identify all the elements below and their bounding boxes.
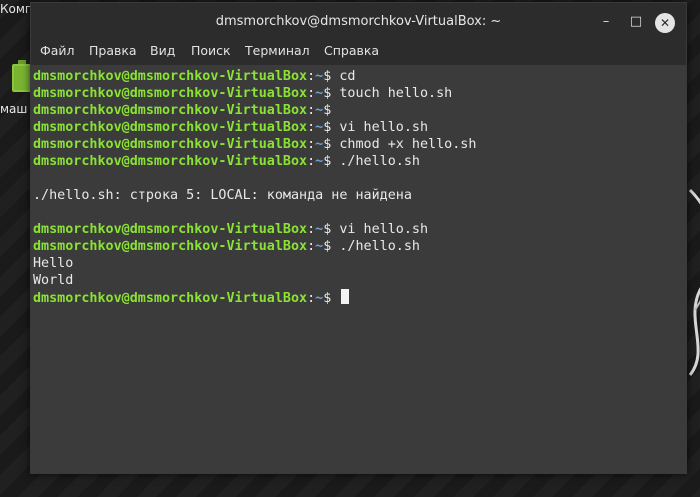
window-title: dmsmorchkov@dmsmorchkov-VirtualBox: ~ xyxy=(215,14,502,29)
terminal-command: chmod +x hello.sh xyxy=(331,137,477,152)
terminal-window: dmsmorchkov@dmsmorchkov-VirtualBox: ~ – … xyxy=(30,2,687,474)
terminal-output-line: ./hello.sh: строка 5: LOCAL: команда не … xyxy=(33,188,412,203)
terminal-prompt-line: dmsmorchkov@dmsmorchkov-VirtualBox:~$ xyxy=(33,289,350,306)
battery-icon[interactable] xyxy=(12,60,32,92)
terminal-output-area[interactable]: dmsmorchkov@dmsmorchkov-VirtualBox:~$ cd… xyxy=(31,65,686,473)
prompt-colon: : xyxy=(307,239,316,254)
menu-bar: Файл Правка Вид Поиск Терминал Справка xyxy=(31,39,686,65)
prompt-colon: : xyxy=(307,69,316,84)
terminal-prompt-line: dmsmorchkov@dmsmorchkov-VirtualBox:~$ ./… xyxy=(33,238,420,255)
menu-search[interactable]: Поиск xyxy=(191,39,231,65)
prompt-colon: : xyxy=(307,291,316,306)
prompt-user-host: dmsmorchkov@dmsmorchkov-VirtualBox xyxy=(33,69,308,84)
terminal-prompt-line: dmsmorchkov@dmsmorchkov-VirtualBox:~$ cd xyxy=(33,68,355,85)
terminal-prompt-line: dmsmorchkov@dmsmorchkov-VirtualBox:~$ ./… xyxy=(33,153,420,170)
terminal-command xyxy=(331,291,339,306)
terminal-scrollbar[interactable] xyxy=(679,65,686,473)
prompt-user-host: dmsmorchkov@dmsmorchkov-VirtualBox xyxy=(33,154,308,169)
prompt-symbol: $ xyxy=(323,103,332,118)
terminal-prompt-line: dmsmorchkov@dmsmorchkov-VirtualBox:~$ xyxy=(33,102,331,119)
terminal-output-line: Hello xyxy=(33,256,74,271)
terminal-command: cd xyxy=(331,69,356,84)
minimize-button[interactable]: – xyxy=(597,13,615,31)
terminal-prompt-line: dmsmorchkov@dmsmorchkov-VirtualBox:~$ to… xyxy=(33,85,452,102)
desktop-icon-label-computer[interactable]: Комп xyxy=(0,2,33,16)
prompt-user-host: dmsmorchkov@dmsmorchkov-VirtualBox xyxy=(33,120,308,135)
terminal-command: ./hello.sh xyxy=(331,154,420,169)
prompt-user-host: dmsmorchkov@dmsmorchkov-VirtualBox xyxy=(33,222,308,237)
terminal-command: ./hello.sh xyxy=(331,239,420,254)
window-titlebar[interactable]: dmsmorchkov@dmsmorchkov-VirtualBox: ~ – … xyxy=(31,3,686,39)
prompt-colon: : xyxy=(307,222,316,237)
menu-view[interactable]: Вид xyxy=(150,39,175,65)
prompt-user-host: dmsmorchkov@dmsmorchkov-VirtualBox xyxy=(33,137,308,152)
prompt-user-host: dmsmorchkov@dmsmorchkov-VirtualBox xyxy=(33,103,308,118)
prompt-user-host: dmsmorchkov@dmsmorchkov-VirtualBox xyxy=(33,239,308,254)
terminal-command: vi hello.sh xyxy=(331,120,429,135)
menu-edit[interactable]: Правка xyxy=(89,39,137,65)
desktop-icon-label[interactable]: маш xyxy=(0,102,27,116)
prompt-colon: : xyxy=(307,120,316,135)
terminal-cursor xyxy=(341,289,350,304)
menu-terminal[interactable]: Терминал xyxy=(245,39,310,65)
maximize-button[interactable]: □ xyxy=(627,13,645,31)
prompt-user-host: dmsmorchkov@dmsmorchkov-VirtualBox xyxy=(33,86,308,101)
terminal-prompt-line: dmsmorchkov@dmsmorchkov-VirtualBox:~$ vi… xyxy=(33,221,428,238)
terminal-command: vi hello.sh xyxy=(331,222,429,237)
prompt-user-host: dmsmorchkov@dmsmorchkov-VirtualBox xyxy=(33,291,308,306)
prompt-colon: : xyxy=(307,86,316,101)
terminal-prompt-line: dmsmorchkov@dmsmorchkov-VirtualBox:~$ vi… xyxy=(33,119,428,136)
terminal-output-line: World xyxy=(33,273,74,288)
terminal-prompt-line: dmsmorchkov@dmsmorchkov-VirtualBox:~$ ch… xyxy=(33,136,476,153)
prompt-colon: : xyxy=(307,137,316,152)
terminal-command: touch hello.sh xyxy=(331,86,453,101)
prompt-colon: : xyxy=(307,103,316,118)
prompt-colon: : xyxy=(307,154,316,169)
menu-file[interactable]: Файл xyxy=(40,39,75,65)
menu-help[interactable]: Справка xyxy=(324,39,379,65)
close-button[interactable]: ✕ xyxy=(655,13,675,33)
